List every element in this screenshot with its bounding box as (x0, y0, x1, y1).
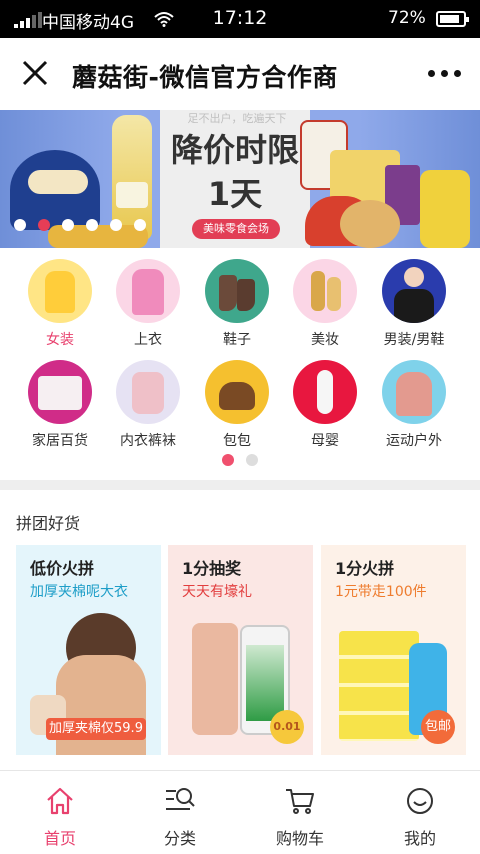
card-price-tag: 加厚夹棉仅59.9 (46, 718, 146, 740)
category-bags[interactable]: 包包 (193, 360, 281, 450)
status-bar: 中国移动4G 17:12 72% (0, 0, 480, 38)
banner-indicator (14, 219, 146, 231)
phone-screen (246, 645, 284, 721)
promo-banner[interactable]: 足不出户，吃遍天下 降价时限 1天 美味零食会场 (0, 110, 480, 248)
nav-category[interactable]: 分类 (120, 771, 240, 854)
card-title: 低价火拼 (30, 559, 95, 578)
category-home[interactable]: 家居百货 (16, 360, 104, 450)
deal-card-lottery[interactable]: 1分抽奖 天天有壕礼 0.01 (168, 545, 313, 755)
card-subtitle: 加厚夹棉呢大衣 (30, 584, 128, 600)
category-label: 内衣裤袜 (120, 433, 176, 449)
category-shoes[interactable]: 鞋子 (193, 259, 281, 349)
category-baby[interactable]: 母婴 (281, 360, 369, 450)
card-title: 1分抽奖 (182, 559, 242, 578)
title-bar: 蘑菇街-微信官方合作商 (0, 38, 480, 110)
nav-label: 分类 (163, 829, 196, 848)
category-label: 运动户外 (386, 433, 442, 449)
card-price-coin: 0.01 (270, 710, 304, 744)
category-label: 男装/男鞋 (383, 332, 445, 348)
nav-cart[interactable]: 购物车 (240, 771, 360, 854)
category-underwear[interactable]: 内衣裤袜 (104, 360, 192, 450)
women-clothing-icon (28, 259, 92, 323)
category-women[interactable]: 女装 (16, 259, 104, 349)
banner-tag: 美味零食会场 (192, 219, 280, 239)
deal-card-bulk[interactable]: 1分火拼 1元带走100件 包邮 (321, 545, 466, 755)
banner-days: 1天 (207, 175, 263, 213)
shoes-icon (205, 259, 269, 323)
category-label: 上衣 (134, 332, 162, 348)
home-goods-icon (28, 360, 92, 424)
banner-top-text: 足不出户，吃遍天下 (187, 112, 287, 125)
home-icon (47, 787, 73, 815)
deal-card-low-price[interactable]: 低价火拼 加厚夹棉呢大衣 加厚夹棉仅59.9 (16, 545, 161, 755)
banner-dot[interactable] (14, 219, 26, 231)
category-grid: 女装 上衣 鞋子 美妆 男装/男鞋 家居百货 内衣裤袜 包包 母婴 运动户外 (0, 248, 480, 480)
bottle-label (116, 182, 148, 208)
cart-icon (286, 789, 314, 814)
nav-label: 首页 (43, 829, 76, 848)
banner-dot[interactable] (134, 219, 146, 231)
category-men[interactable]: 男装/男鞋 (370, 259, 458, 349)
tissue-pack-image (339, 631, 419, 741)
category-label: 家居百货 (32, 433, 88, 449)
close-icon[interactable] (20, 58, 50, 88)
app-screen: 中国移动4G 17:12 72% 蘑菇街-微信官方合作商 足不出户，吃遍天下 降… (0, 0, 480, 854)
underwear-icon (116, 360, 180, 424)
page-title: 蘑菇街-微信官方合作商 (72, 63, 338, 92)
chips-image (420, 170, 470, 248)
category-pager (222, 454, 258, 466)
more-icon[interactable] (428, 70, 461, 77)
bottom-nav: 首页 分类 购物车 我的 (0, 770, 480, 854)
card-free-shipping-badge: 包邮 (421, 710, 455, 744)
card-subtitle: 1元带走100件 (335, 584, 427, 600)
banner-dot[interactable] (110, 219, 122, 231)
banner-dot[interactable] (86, 219, 98, 231)
category-beauty[interactable]: 美妆 (281, 259, 369, 349)
nav-profile[interactable]: 我的 (360, 771, 480, 854)
nav-label: 我的 (403, 829, 436, 848)
nav-home[interactable]: 首页 (0, 771, 120, 854)
top-clothing-icon (116, 259, 180, 323)
sports-clothing-icon (382, 360, 446, 424)
banner-headline: 降价时限 (170, 131, 299, 169)
category-label: 美妆 (311, 332, 339, 348)
bag-icon (205, 360, 269, 424)
pager-dot-active[interactable] (222, 454, 234, 466)
baby-bottle-icon (293, 360, 357, 424)
category-sports[interactable]: 运动户外 (370, 360, 458, 450)
profile-icon (407, 788, 433, 814)
card-title: 1分火拼 (335, 559, 395, 578)
section-divider (0, 480, 480, 490)
section-title: 拼团好货 (16, 514, 81, 533)
beauty-icon (293, 259, 357, 323)
card-subtitle: 天天有壕礼 (182, 584, 252, 600)
nav-label: 购物车 (275, 829, 324, 848)
category-label: 母婴 (311, 433, 339, 449)
category-search-icon (166, 788, 195, 810)
category-label: 女装 (46, 332, 74, 348)
battery-percent: 72% (388, 8, 426, 28)
pager-dot[interactable] (246, 454, 258, 466)
category-label: 包包 (223, 433, 251, 449)
men-clothing-icon (382, 259, 446, 323)
phone-image (192, 623, 238, 735)
mascot-image (340, 200, 400, 248)
category-tops[interactable]: 上衣 (104, 259, 192, 349)
battery-icon (436, 11, 469, 27)
banner-dot[interactable] (62, 219, 74, 231)
cookie-tin-lid (28, 170, 88, 194)
category-label: 鞋子 (223, 332, 251, 348)
coat-image (56, 655, 146, 755)
banner-dot-active[interactable] (38, 219, 50, 231)
